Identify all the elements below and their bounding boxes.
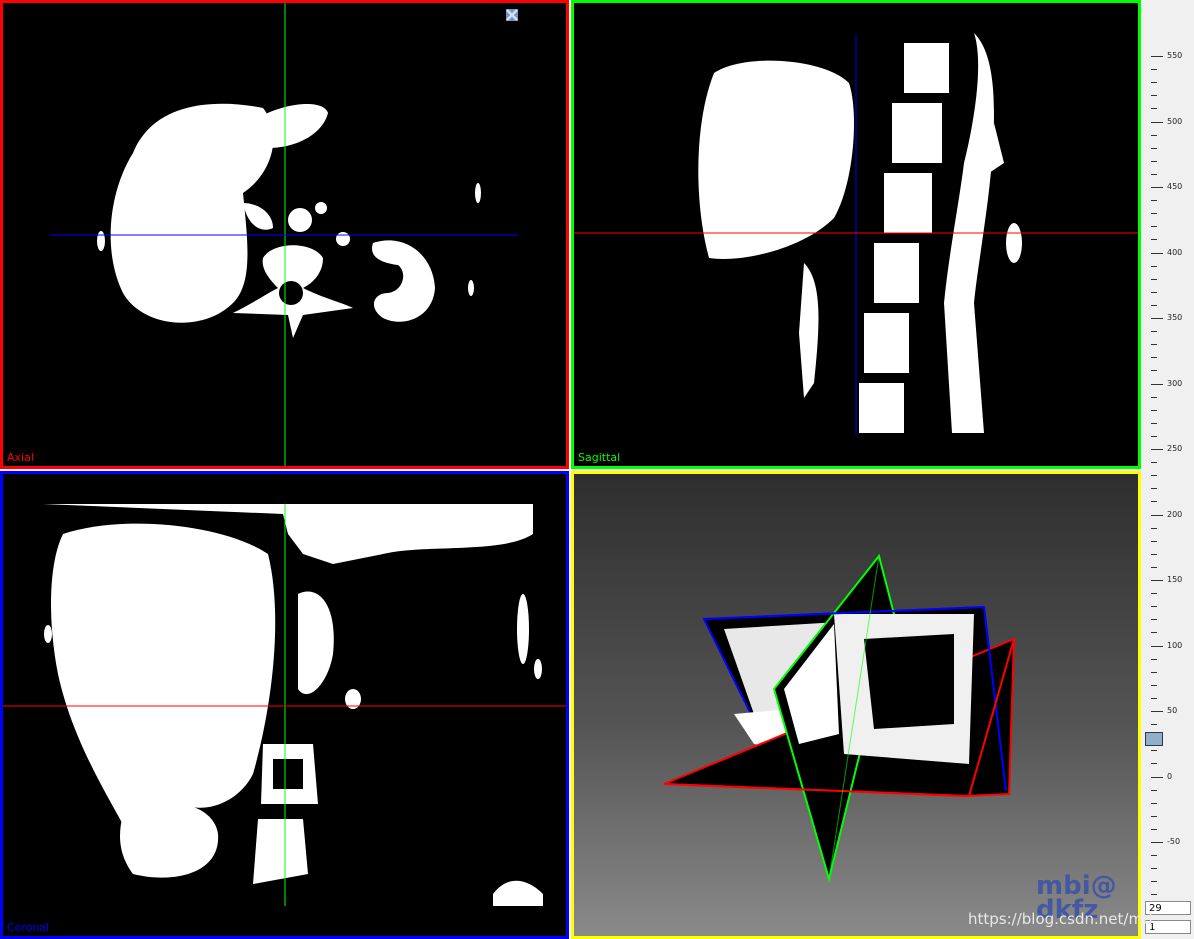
ruler-major-tick [1151, 645, 1163, 647]
sagittal-view[interactable]: Sagittal [571, 0, 1141, 469]
ruler-minor-tick [1151, 802, 1157, 804]
ruler-major-tick [1151, 776, 1163, 778]
ruler-minor-tick [1151, 763, 1157, 765]
3d-planes-render [663, 553, 1016, 883]
ruler-minor-tick [1151, 632, 1157, 634]
view-label-axial: Axial [7, 451, 34, 464]
ruler-minor-tick [1151, 435, 1157, 437]
ruler-tick-label: 150 [1167, 575, 1183, 584]
ruler-minor-tick [1151, 684, 1157, 686]
ruler-major-tick [1151, 252, 1163, 254]
ruler-minor-tick [1151, 619, 1157, 621]
sagittal-slice-image [574, 33, 1138, 435]
ruler-minor-tick [1151, 213, 1157, 215]
ruler-tick-label: 250 [1167, 444, 1183, 453]
ruler-minor-tick [1151, 606, 1157, 608]
ruler-minor-tick [1151, 724, 1157, 726]
ruler-major-tick [1151, 514, 1163, 516]
ruler-minor-tick [1151, 108, 1157, 110]
ruler-major-tick [1151, 449, 1163, 450]
ruler-major-tick [1151, 56, 1163, 57]
ruler-tick-label: 50 [1167, 706, 1178, 715]
ruler-minor-tick [1151, 370, 1157, 372]
ruler-tick-label: 300 [1167, 378, 1183, 388]
ruler-minor-tick [1151, 855, 1157, 857]
axial-view[interactable]: Axial [0, 0, 569, 469]
ruler-minor-tick [1151, 396, 1157, 398]
view-label-coronal: Coronal [7, 921, 50, 934]
maximize-icon[interactable] [506, 9, 540, 23]
ruler-minor-tick [1151, 82, 1157, 84]
ruler-minor-tick [1151, 671, 1157, 673]
ruler-tick-label: 0 [1167, 771, 1173, 781]
ruler-major-tick [1151, 318, 1163, 319]
3d-view[interactable] [571, 471, 1141, 939]
ruler-minor-tick [1151, 894, 1157, 896]
ruler-minor-tick [1151, 881, 1157, 883]
ruler-minor-tick [1151, 553, 1157, 555]
ruler-major-tick [1151, 121, 1163, 123]
ruler-minor-tick [1151, 789, 1157, 791]
ruler-minor-tick [1151, 462, 1157, 464]
coronal-slice-image [3, 504, 566, 906]
ruler-minor-tick [1151, 540, 1157, 542]
ruler-tick-label: 450 [1167, 182, 1183, 191]
ruler-minor-tick [1151, 173, 1157, 175]
ruler-major-tick [1151, 187, 1163, 188]
ruler-minor-tick [1151, 815, 1157, 817]
tools-icon[interactable] [506, 9, 560, 23]
ruler-minor-tick [1151, 658, 1157, 660]
ruler-minor-tick [1151, 593, 1157, 595]
ruler-minor-tick [1151, 331, 1157, 333]
ruler-minor-tick [1151, 239, 1157, 241]
ruler-minor-tick [1151, 475, 1157, 477]
ruler-minor-tick [1151, 697, 1157, 699]
slice-ruler[interactable]: 550 500 450 400 350 300 250 200 150 100 50 0 -50 [1141, 0, 1194, 900]
ruler-minor-tick [1151, 69, 1157, 71]
ruler-minor-tick [1151, 357, 1157, 359]
ruler-minor-tick [1151, 160, 1157, 162]
ruler-tick-label: 500 [1167, 116, 1183, 126]
ruler-minor-tick [1151, 278, 1157, 280]
ruler-minor-tick [1151, 566, 1157, 568]
ruler-minor-tick [1151, 527, 1157, 529]
ruler-tick-label: 200 [1167, 509, 1183, 519]
view-label-sagittal: Sagittal [578, 451, 621, 464]
ruler-major-tick [1151, 711, 1163, 712]
ruler-minor-tick [1151, 422, 1157, 424]
ruler-tick-label: 100 [1167, 640, 1183, 650]
ruler-minor-tick [1151, 265, 1157, 267]
ruler-minor-tick [1151, 226, 1157, 228]
ruler-minor-tick [1151, 868, 1157, 870]
ruler-minor-tick [1151, 134, 1157, 136]
ruler-major-tick [1151, 842, 1163, 843]
ruler-minor-tick [1151, 488, 1157, 490]
ruler-minor-tick [1151, 409, 1157, 411]
ruler-minor-tick [1151, 147, 1157, 149]
ruler-minor-tick [1151, 200, 1157, 202]
ruler-minor-tick [1151, 501, 1157, 503]
ruler-minor-tick [1151, 828, 1157, 830]
ruler-major-tick [1151, 383, 1163, 385]
ruler-tick-label: -50 [1167, 837, 1181, 846]
coronal-view[interactable]: Coronal [0, 471, 569, 939]
ruler-tick-label: 350 [1167, 313, 1183, 322]
ruler-minor-tick [1151, 95, 1157, 97]
slice-slider-handle[interactable] [1145, 732, 1163, 746]
ruler-tick-label: 550 [1167, 51, 1183, 60]
ruler-minor-tick [1151, 304, 1157, 306]
ruler-minor-tick [1151, 291, 1157, 293]
watermark-url: https://blog.csdn.net/md [968, 910, 1153, 928]
ruler-tick-label: 400 [1167, 247, 1183, 257]
view-toolbar [506, 9, 560, 23]
axial-slice-image [50, 3, 518, 466]
ruler-minor-tick [1151, 344, 1157, 346]
ruler-major-tick [1151, 580, 1163, 581]
ruler-minor-tick [1151, 750, 1157, 752]
